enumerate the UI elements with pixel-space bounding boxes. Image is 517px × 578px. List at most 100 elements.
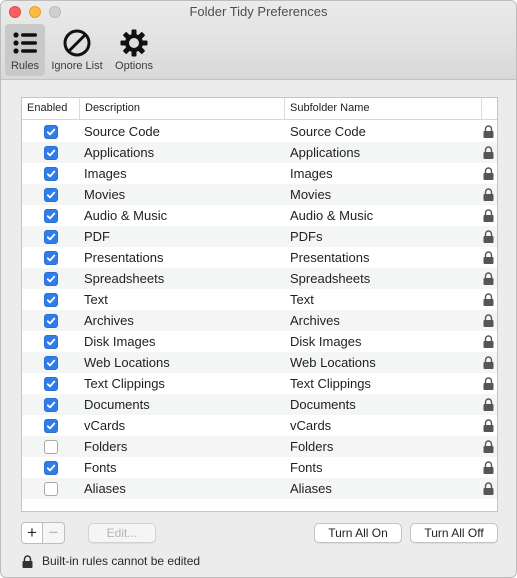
rule-subfolder-name: Presentations bbox=[290, 250, 370, 265]
rule-description: Applications bbox=[84, 145, 155, 160]
footer-note: Built-in rules cannot be edited bbox=[22, 552, 200, 570]
checkmark-icon bbox=[46, 380, 56, 388]
lock-icon bbox=[483, 482, 494, 495]
lock-icon bbox=[483, 440, 494, 453]
toolbar-rules-tab[interactable]: Rules bbox=[5, 24, 45, 76]
lock-icon bbox=[483, 167, 494, 180]
lock-icon bbox=[483, 419, 494, 432]
checkmark-icon bbox=[46, 128, 56, 136]
enabled-checkbox[interactable] bbox=[44, 398, 58, 412]
checkmark-icon bbox=[46, 149, 56, 157]
enabled-checkbox[interactable] bbox=[44, 209, 58, 223]
rules-table: Enabled Description Subfolder Name Sourc… bbox=[21, 97, 498, 512]
lock-icon bbox=[483, 356, 494, 369]
toolbar-ignore-list-tab[interactable]: Ignore List bbox=[45, 24, 109, 76]
table-row[interactable]: Applications Applications bbox=[22, 142, 497, 163]
lock-icon bbox=[483, 398, 494, 411]
rule-description: Folders bbox=[84, 439, 128, 454]
add-rule-button[interactable]: + bbox=[21, 522, 43, 544]
table-row[interactable]: Text Text bbox=[22, 289, 497, 310]
edit-rule-button[interactable]: Edit... bbox=[88, 523, 156, 543]
rule-description: Archives bbox=[84, 313, 134, 328]
enabled-checkbox[interactable] bbox=[44, 251, 58, 265]
enabled-checkbox[interactable] bbox=[44, 461, 58, 475]
table-row[interactable]: Audio & Music Audio & Music bbox=[22, 205, 497, 226]
lock-icon bbox=[483, 188, 494, 201]
table-row[interactable]: Aliases Aliases bbox=[22, 478, 497, 499]
rule-subfolder-name: Source Code bbox=[290, 124, 366, 139]
rule-description: PDF bbox=[84, 229, 110, 244]
column-header-description[interactable]: Description bbox=[80, 98, 285, 119]
lock-icon bbox=[483, 230, 494, 243]
turn-all-on-button[interactable]: Turn All On bbox=[314, 523, 402, 543]
table-row[interactable]: Web Locations Web Locations bbox=[22, 352, 497, 373]
table-row[interactable]: Disk Images Disk Images bbox=[22, 331, 497, 352]
rule-subfolder-name: Folders bbox=[290, 439, 334, 454]
remove-rule-button[interactable]: − bbox=[43, 522, 65, 544]
table-row[interactable]: Movies Movies bbox=[22, 184, 497, 205]
rule-subfolder-name: PDFs bbox=[290, 229, 323, 244]
rule-subfolder-name: Aliases bbox=[290, 481, 332, 496]
enabled-checkbox[interactable] bbox=[44, 482, 58, 496]
rule-description: Images bbox=[84, 166, 127, 181]
column-header-enabled[interactable]: Enabled bbox=[22, 98, 80, 119]
window-title: Folder Tidy Preferences bbox=[189, 4, 328, 19]
table-row[interactable]: vCards vCards bbox=[22, 415, 497, 436]
enabled-checkbox[interactable] bbox=[44, 356, 58, 370]
toolbar-options-label: Options bbox=[115, 60, 153, 72]
enabled-checkbox[interactable] bbox=[44, 314, 58, 328]
column-header-subfolder-name[interactable]: Subfolder Name bbox=[285, 98, 482, 119]
enabled-checkbox[interactable] bbox=[44, 335, 58, 349]
table-row[interactable]: Documents Documents bbox=[22, 394, 497, 415]
lock-icon bbox=[483, 146, 494, 159]
enabled-checkbox[interactable] bbox=[44, 272, 58, 286]
enabled-checkbox[interactable] bbox=[44, 377, 58, 391]
checkmark-icon bbox=[46, 170, 56, 178]
toolbar-options-tab[interactable]: Options bbox=[109, 24, 159, 76]
list-icon bbox=[13, 32, 37, 54]
rule-subfolder-name: Text Clippings bbox=[290, 376, 371, 391]
enabled-checkbox[interactable] bbox=[44, 419, 58, 433]
table-row[interactable]: Presentations Presentations bbox=[22, 247, 497, 268]
checkmark-icon bbox=[46, 464, 56, 472]
enabled-checkbox[interactable] bbox=[44, 440, 58, 454]
table-row[interactable]: PDF PDFs bbox=[22, 226, 497, 247]
rule-subfolder-name: Fonts bbox=[290, 460, 323, 475]
enabled-checkbox[interactable] bbox=[44, 230, 58, 244]
table-row[interactable]: Fonts Fonts bbox=[22, 457, 497, 478]
table-row[interactable]: Archives Archives bbox=[22, 310, 497, 331]
rule-subfolder-name: Audio & Music bbox=[290, 208, 374, 223]
checkmark-icon bbox=[46, 296, 56, 304]
checkmark-icon bbox=[46, 212, 56, 220]
turn-all-off-button[interactable]: Turn All Off bbox=[410, 523, 498, 543]
rule-subfolder-name: Documents bbox=[290, 397, 356, 412]
enabled-checkbox[interactable] bbox=[44, 293, 58, 307]
lock-icon bbox=[22, 554, 33, 568]
lock-icon bbox=[483, 461, 494, 474]
rule-subfolder-name: Applications bbox=[290, 145, 361, 160]
enabled-checkbox[interactable] bbox=[44, 125, 58, 139]
enabled-checkbox[interactable] bbox=[44, 167, 58, 181]
table-header: Enabled Description Subfolder Name bbox=[22, 98, 497, 120]
rule-subfolder-name: Web Locations bbox=[290, 355, 376, 370]
rule-description: Source Code bbox=[84, 124, 160, 139]
checkmark-icon bbox=[46, 338, 56, 346]
table-row[interactable]: Folders Folders bbox=[22, 436, 497, 457]
rule-description: Fonts bbox=[84, 460, 117, 475]
table-row[interactable]: Images Images bbox=[22, 163, 497, 184]
checkmark-icon bbox=[46, 254, 56, 262]
lock-icon bbox=[483, 125, 494, 138]
table-row[interactable]: Text Clippings Text Clippings bbox=[22, 373, 497, 394]
rule-subfolder-name: Movies bbox=[290, 187, 332, 202]
rule-description: Web Locations bbox=[84, 355, 170, 370]
table-row[interactable]: Source Code Source Code bbox=[22, 121, 497, 142]
enabled-checkbox[interactable] bbox=[44, 146, 58, 160]
preferences-window: Folder Tidy Preferences Rules Ignore Lis… bbox=[0, 0, 517, 578]
table-row[interactable]: Spreadsheets Spreadsheets bbox=[22, 268, 497, 289]
lock-icon bbox=[483, 272, 494, 285]
checkmark-icon bbox=[46, 422, 56, 430]
enabled-checkbox[interactable] bbox=[44, 188, 58, 202]
checkmark-icon bbox=[46, 191, 56, 199]
lock-icon bbox=[483, 377, 494, 390]
rule-description: Disk Images bbox=[84, 334, 156, 349]
